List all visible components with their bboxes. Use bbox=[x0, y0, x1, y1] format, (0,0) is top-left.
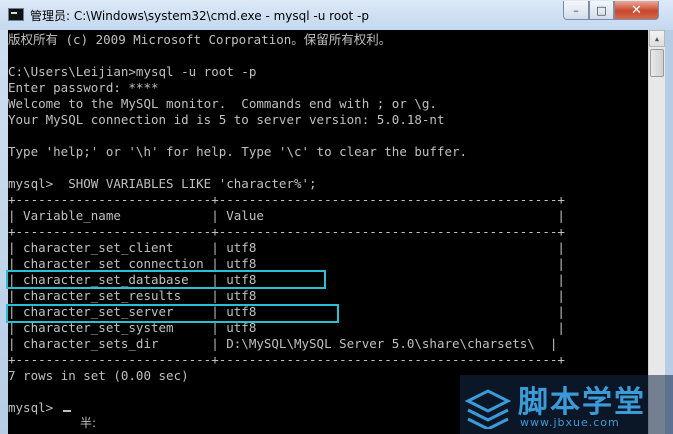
console-line: C:\Users\Leijian>mysql -u root -p bbox=[8, 64, 257, 79]
console-line: | character_set_system | utf8 | bbox=[8, 320, 565, 335]
console-line: Enter password: **** bbox=[8, 80, 159, 95]
console-output[interactable]: 版权所有 (c) 2009 Microsoft Corporation。保留所有… bbox=[8, 30, 648, 434]
scroll-up-arrow-icon[interactable]: ▲ bbox=[649, 30, 665, 47]
console-line: | character_set_connection | utf8 | bbox=[8, 256, 565, 271]
window-frame-right bbox=[665, 30, 673, 434]
site-watermark: 脚本学堂 www.jbxue.com bbox=[460, 375, 673, 434]
console-line: +--------------------------+------------… bbox=[8, 192, 565, 207]
window-title: 管理员: C:\Windows\system32\cmd.exe - mysql… bbox=[30, 9, 369, 23]
title-bar[interactable]: 管理员: C:\Windows\system32\cmd.exe - mysql… bbox=[0, 0, 673, 30]
close-button[interactable]: ✕ bbox=[614, 1, 659, 20]
console-line: 版权所有 (c) 2009 Microsoft Corporation。保留所有… bbox=[8, 32, 392, 47]
watermark-logo-icon bbox=[464, 389, 512, 429]
console-line: Your MySQL connection id is 5 to server … bbox=[8, 112, 445, 127]
console-line: | character_set_results | utf8 | bbox=[8, 288, 565, 303]
cmd-window: 管理员: C:\Windows\system32\cmd.exe - mysql… bbox=[0, 0, 673, 434]
mysql-prompt: mysql> bbox=[8, 400, 54, 415]
console-line: Welcome to the MySQL monitor. Commands e… bbox=[8, 96, 437, 111]
console-line: mysql> SHOW VARIABLES LIKE 'character%'; bbox=[8, 176, 317, 191]
watermark-name: 脚本学堂 bbox=[518, 385, 646, 420]
text-cursor bbox=[62, 410, 71, 412]
console-line: +--------------------------+------------… bbox=[8, 224, 565, 239]
console-line: | character_set_database | utf8 | bbox=[8, 272, 565, 287]
vertical-scrollbar[interactable]: ▲ bbox=[648, 30, 665, 434]
maximize-button[interactable]: □ bbox=[589, 1, 614, 20]
console-line: | character_set_client | utf8 | bbox=[8, 240, 565, 255]
console-text: 版权所有 (c) 2009 Microsoft Corporation。保留所有… bbox=[8, 32, 565, 400]
console-line: | character_sets_dir | D:\MySQL\MySQL Se… bbox=[8, 336, 558, 351]
minimize-button[interactable]: – bbox=[563, 1, 589, 20]
cmd-console-icon[interactable] bbox=[8, 8, 24, 21]
console-line: Type 'help;' or '\h' for help. Type '\c'… bbox=[8, 144, 468, 159]
scroll-thumb[interactable] bbox=[650, 49, 664, 77]
console-line: | character_set_server | utf8 | bbox=[8, 304, 565, 319]
input-line[interactable]: mysql> bbox=[8, 400, 71, 415]
console-line: | Variable_name | Value | bbox=[8, 208, 565, 223]
ime-status-indicator: 半: bbox=[80, 414, 97, 431]
watermark-url: www.jbxue.com bbox=[520, 416, 620, 429]
console-line: +--------------------------+------------… bbox=[8, 352, 565, 367]
